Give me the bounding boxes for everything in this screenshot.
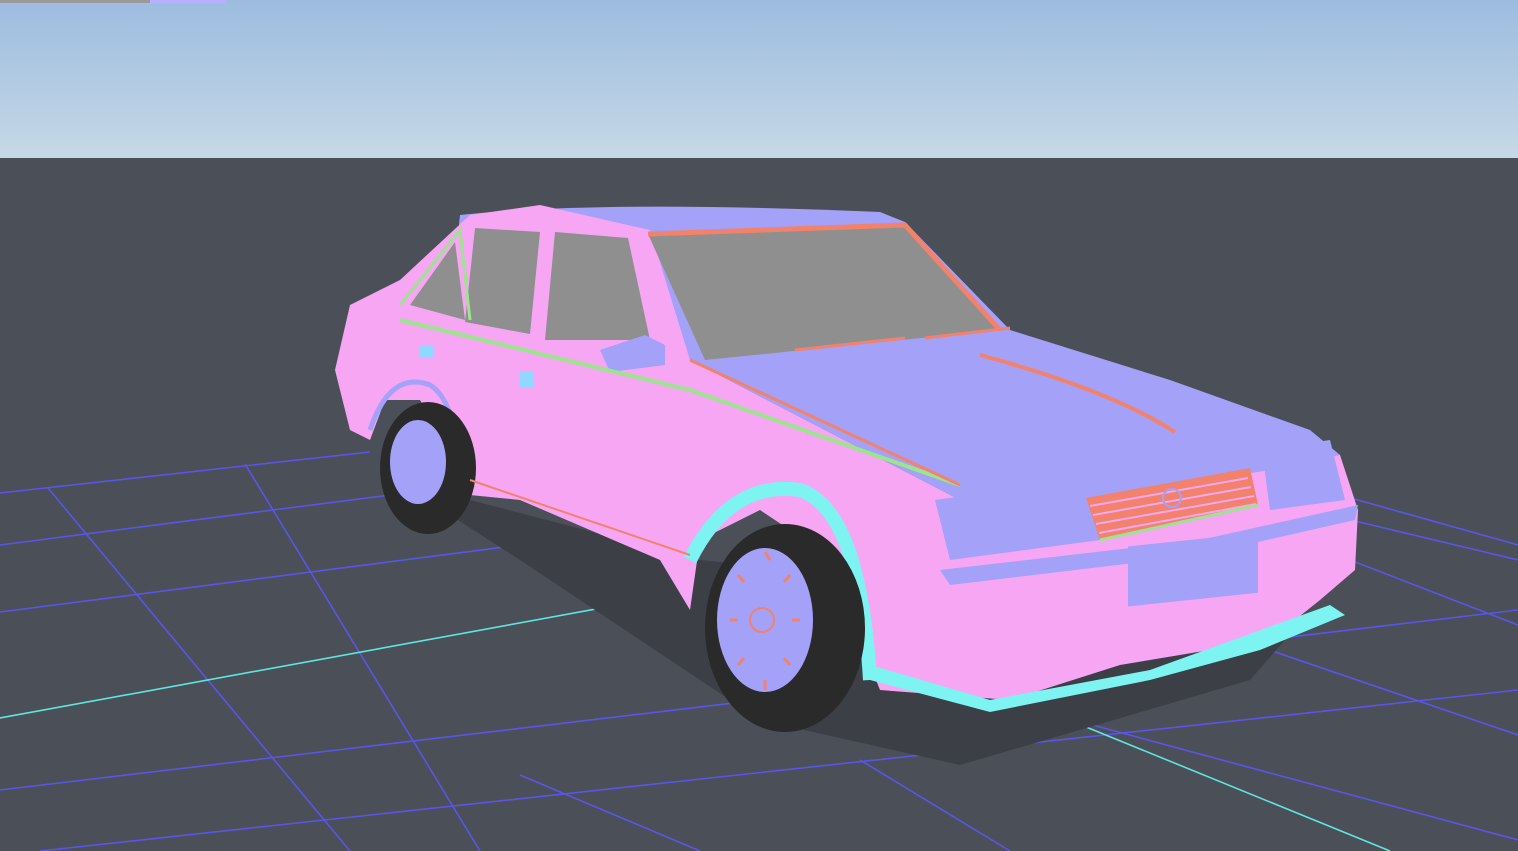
scene-canvas[interactable] bbox=[0, 0, 1518, 851]
toolbar-tab-left[interactable] bbox=[0, 0, 150, 3]
door-handle-front bbox=[520, 372, 534, 388]
sky bbox=[0, 0, 1518, 160]
rear-wheel bbox=[380, 402, 476, 534]
toolbar-tab-right[interactable] bbox=[150, 0, 225, 3]
door-handle-rear bbox=[420, 345, 434, 357]
3d-viewport[interactable] bbox=[0, 0, 1518, 851]
headlight-right bbox=[1262, 440, 1345, 510]
rear-side-window bbox=[465, 228, 540, 334]
front-wheel bbox=[705, 524, 865, 732]
